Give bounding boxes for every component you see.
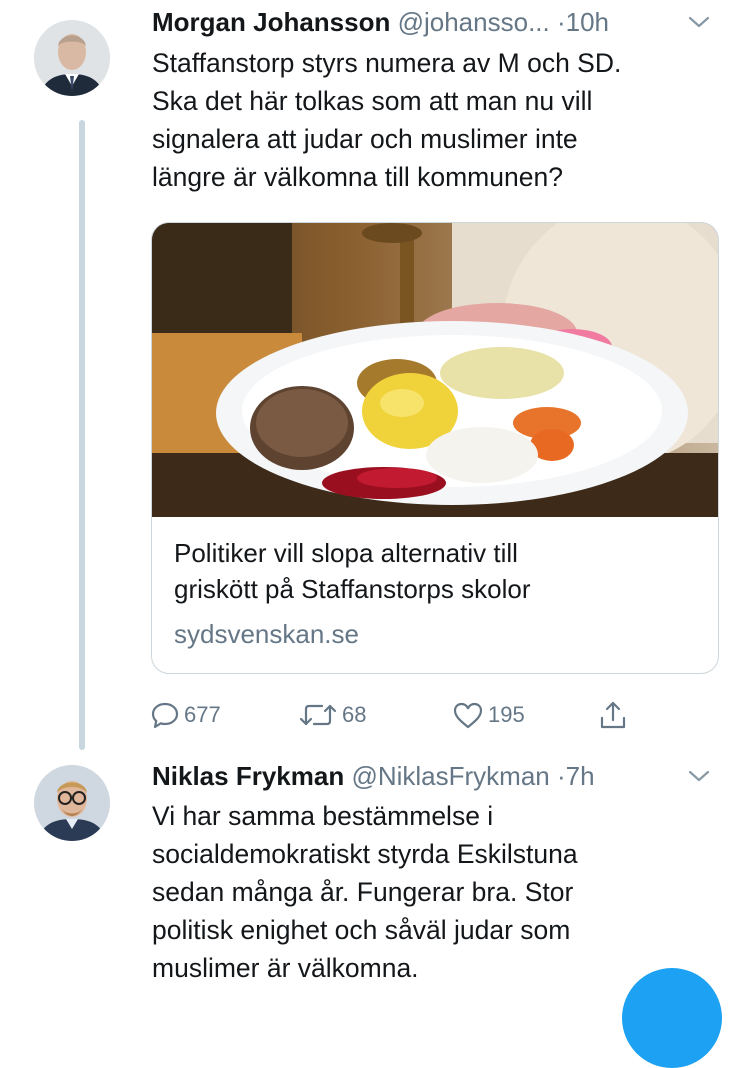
avatar-photo-icon: [34, 20, 110, 96]
compose-tweet-button[interactable]: [622, 968, 722, 1068]
tweet-text-line: Staffanstorp styrs numera av M och SD.: [152, 48, 622, 78]
card-domain: sydsvenskan.se: [174, 619, 359, 649]
like-count: 195: [488, 702, 525, 727]
share-button[interactable]: [598, 698, 628, 732]
reply-button[interactable]: 677: [150, 698, 221, 732]
card-title-line: griskött på Staffanstorps skolor: [174, 574, 531, 604]
card-title-line: Politiker vill slopa alternativ till: [174, 538, 518, 568]
timestamp[interactable]: 10h: [566, 7, 609, 37]
tweet-text-line: Ska det här tolkas som att man nu vill: [152, 86, 593, 116]
tweet-text-line: socialdemokratiskt styrda Eskilstuna: [152, 839, 578, 869]
tweet-actions: 677 68 195: [150, 698, 650, 732]
thread-line: [79, 120, 85, 750]
reply-icon: [151, 702, 179, 729]
card-image-plate-of-food: [152, 223, 718, 517]
like-button[interactable]: 195: [452, 698, 525, 732]
retweet-count: 68: [342, 702, 367, 727]
avatar-photo-icon: [34, 765, 110, 841]
chevron-down-icon[interactable]: [686, 12, 712, 32]
share-icon: [600, 701, 626, 729]
tweet-text-line: Vi har samma bestämmelse i: [152, 801, 494, 831]
display-name[interactable]: Morgan Johansson: [152, 7, 390, 37]
avatar[interactable]: [34, 20, 110, 96]
tweet-header: Niklas Frykman @NiklasFrykman ·7h: [152, 760, 730, 792]
retweet-button[interactable]: 68: [298, 698, 366, 732]
tweet-text-line: politisk enighet och såväl judar som: [152, 915, 571, 945]
tweet-text-line: sedan många år. Fungerar bra. Stor: [152, 877, 574, 907]
tweet-text: Staffanstorp styrs numera av M och SD. S…: [152, 44, 722, 196]
tweet-text: Vi har samma bestämmelse i socialdemokra…: [152, 797, 722, 987]
avatar[interactable]: [34, 765, 110, 841]
card-title[interactable]: Politiker vill slopa alternativ till gri…: [174, 535, 694, 607]
heart-icon: [453, 702, 483, 729]
separator-dot: ·: [557, 761, 566, 791]
retweet-icon: [299, 704, 337, 726]
tweet-text-line: längre är välkomna till kommunen?: [152, 162, 563, 192]
link-card[interactable]: Politiker vill slopa alternativ till gri…: [151, 222, 719, 674]
user-handle[interactable]: @johansso...: [398, 7, 550, 37]
tweet-text-line: signalera att judar och muslimer inte: [152, 124, 578, 154]
chevron-down-icon[interactable]: [686, 766, 712, 786]
user-handle[interactable]: @NiklasFrykman: [351, 761, 549, 791]
timestamp[interactable]: 7h: [566, 761, 595, 791]
display-name[interactable]: Niklas Frykman: [152, 761, 344, 791]
separator-dot: ·: [556, 7, 566, 37]
tweet-header: Morgan Johansson @johansso... ·10h: [152, 6, 730, 38]
reply-count: 677: [184, 702, 221, 727]
